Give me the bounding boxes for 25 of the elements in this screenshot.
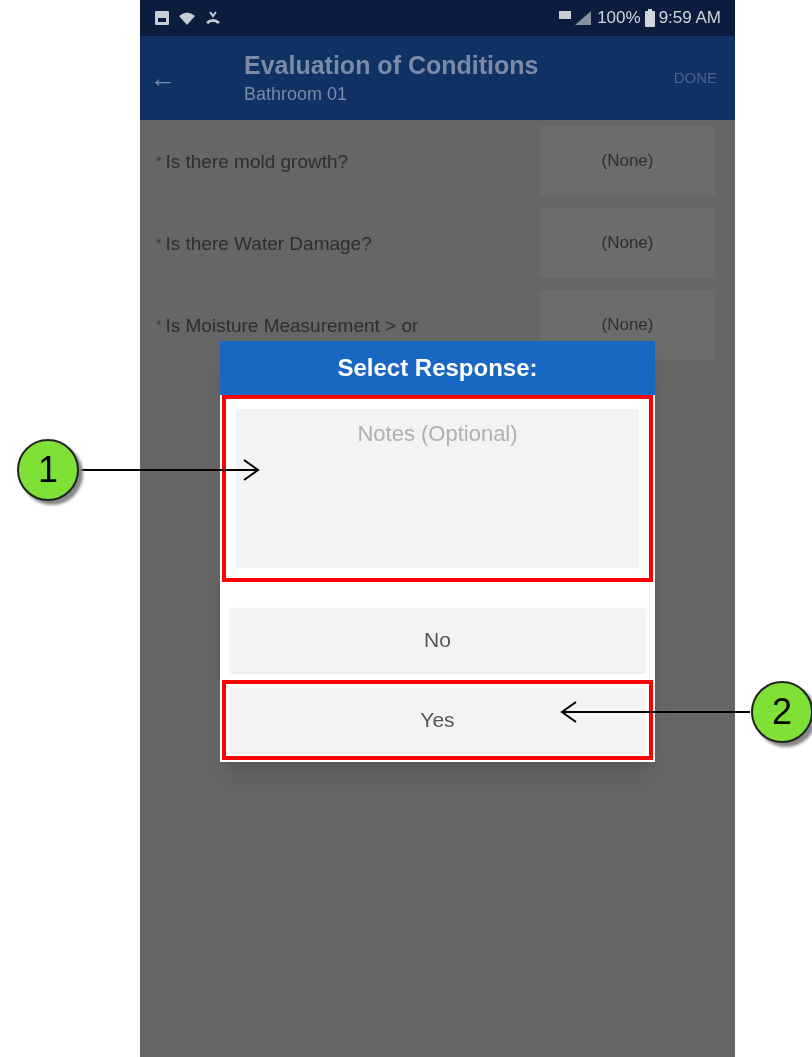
clock: 9:59 AM: [658, 7, 721, 30]
battery-percent: 100%: [597, 7, 641, 30]
battery-icon: [644, 9, 655, 27]
option-button[interactable]: No: [230, 608, 645, 672]
back-button[interactable]: ←: [140, 58, 210, 98]
notes-field[interactable]: Notes (Optional): [236, 409, 639, 568]
option-button[interactable]: Yes: [230, 688, 645, 752]
dialog-title: Select Response:: [220, 341, 655, 395]
required-mark: *: [156, 315, 162, 335]
question-label: Is there mold growth?: [165, 149, 350, 173]
question-label: Is there Water Damage?: [165, 231, 373, 255]
answer-dropdown[interactable]: (None): [540, 126, 715, 196]
phone-icon: [204, 10, 222, 26]
callout-number: 2: [751, 681, 812, 743]
signal-icon: [559, 10, 594, 26]
answer-dropdown[interactable]: (None): [540, 208, 715, 278]
required-mark: *: [156, 151, 162, 171]
screen-subtitle: Bathroom 01: [244, 82, 349, 106]
screen-title: Evaluation of Conditions: [244, 49, 540, 81]
image-icon: [154, 10, 170, 26]
callout-number: 1: [17, 439, 79, 501]
done-button[interactable]: DONE: [673, 66, 735, 90]
wifi-icon: [178, 10, 196, 26]
question-label: Is Moisture Measurement > or: [165, 313, 420, 337]
required-mark: *: [156, 233, 162, 253]
